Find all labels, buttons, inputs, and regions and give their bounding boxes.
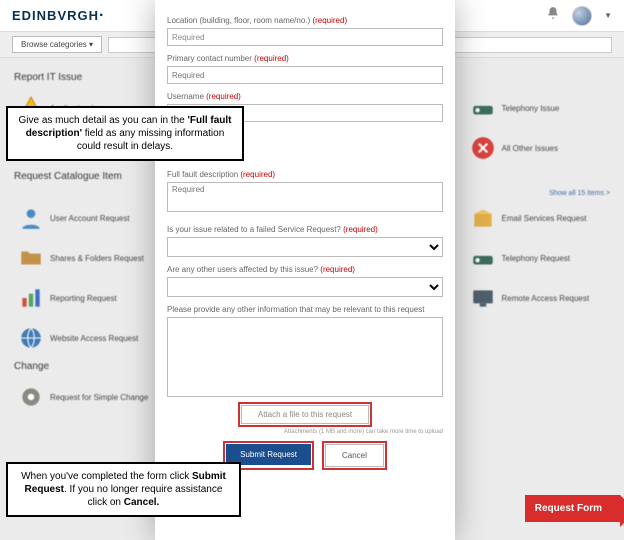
brand-logo: EDINBVRGH	[12, 8, 99, 23]
tile-telephony-request[interactable]: Telephony Request	[466, 241, 611, 275]
request-form-arrow: Request Form	[525, 495, 620, 522]
full-fault-description-input[interactable]	[167, 182, 443, 212]
phone-icon	[470, 95, 496, 121]
attach-note: Attachments (1 MB and more) can take mor…	[167, 429, 443, 435]
location-input[interactable]	[167, 28, 443, 46]
box-icon	[470, 205, 496, 231]
attach-file-button[interactable]: Attach a file to this request	[241, 405, 369, 424]
x-circle-icon	[470, 135, 496, 161]
cancel-button[interactable]: Cancel	[325, 444, 384, 467]
tile-shares-folders[interactable]: Shares & Folders Request	[14, 241, 159, 275]
failed-sr-label: Is your issue related to a failed Servic…	[167, 225, 443, 234]
request-form-modal: Location (building, floor, room name/no.…	[155, 0, 455, 540]
primary-contact-label: Primary contact number (required)	[167, 54, 443, 63]
cancel-highlight: Cancel	[322, 441, 387, 470]
tile-other-issues[interactable]: All Other Issues	[466, 131, 611, 165]
phone-icon	[470, 245, 496, 271]
avatar[interactable]	[572, 6, 592, 26]
folder-icon	[18, 245, 44, 271]
browse-categories-button[interactable]: Browse categories ▾	[12, 36, 102, 53]
username-label: Username (required)	[167, 92, 443, 101]
tile-user-account[interactable]: User Account Request	[14, 201, 159, 235]
tile-website-access[interactable]: Website Access Request	[14, 321, 159, 355]
tile-simple-change[interactable]: Request for Simple Change	[14, 380, 159, 414]
other-users-label: Are any other users affected by this iss…	[167, 265, 443, 274]
globe-icon	[18, 325, 44, 351]
dot-icon: ·	[99, 7, 104, 25]
chevron-down-icon[interactable]: ▼	[604, 11, 612, 20]
extra-info-input[interactable]	[167, 317, 443, 397]
tile-email-services[interactable]: Email Services Request	[466, 201, 611, 235]
attach-highlight: Attach a file to this request	[238, 402, 372, 427]
gear-icon	[18, 384, 44, 410]
report-icon	[18, 285, 44, 311]
tile-telephony-issue[interactable]: Telephony Issue	[466, 91, 611, 125]
callout-full-fault: Give as much detail as you can in the 'F…	[6, 106, 244, 161]
bell-icon[interactable]	[546, 6, 560, 25]
callout-submit: When you've completed the form click Sub…	[6, 462, 241, 517]
monitor-icon	[470, 285, 496, 311]
user-icon	[18, 205, 44, 231]
failed-sr-select[interactable]	[167, 237, 443, 257]
tile-remote-access[interactable]: Remote Access Request	[466, 281, 611, 315]
extra-info-label: Please provide any other information tha…	[167, 305, 443, 314]
location-label: Location (building, floor, room name/no.…	[167, 16, 443, 25]
tile-reporting-request[interactable]: Reporting Request	[14, 281, 159, 315]
primary-contact-input[interactable]	[167, 66, 443, 84]
other-users-select[interactable]	[167, 277, 443, 297]
full-fault-label: Full fault description (required)	[167, 170, 443, 179]
